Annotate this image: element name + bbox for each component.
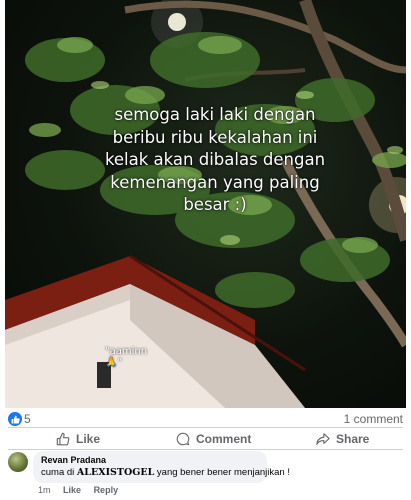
like-button[interactable]: Like <box>56 429 100 449</box>
comment-bubble: Revan Pradana cuma di ALEXISTOGEL yang b… <box>33 451 290 483</box>
comment-count[interactable]: 1 comment <box>344 412 403 426</box>
post-photo[interactable]: semoga laki laki dengan beribu ribu keka… <box>5 0 406 408</box>
share-button-label: Share <box>336 432 370 446</box>
like-button-label: Like <box>76 432 101 446</box>
share-arrow-icon <box>316 433 330 445</box>
like-reaction-icon[interactable] <box>8 412 22 426</box>
comment-bubble-icon <box>176 432 190 446</box>
share-button[interactable]: Share <box>316 429 369 449</box>
comment-author[interactable]: Revan Pradana <box>41 455 259 466</box>
comment-item: Revan Pradana cuma di ALEXISTOGEL yang b… <box>0 449 411 500</box>
comment-meta: 1m Like Reply <box>38 485 128 495</box>
comment-button[interactable]: Comment <box>176 429 251 449</box>
comment-text-before: cuma di <box>41 467 77 478</box>
comment-text-bold: ALEXISTOGEL <box>76 467 155 478</box>
commenter-avatar[interactable] <box>8 452 28 472</box>
comment-text-after: yang bener bener menjanjikan ! <box>154 467 290 478</box>
post-small-caption: "aaminn 🙏" <box>105 346 148 368</box>
post-actions: Like Comment Share <box>0 427 411 449</box>
thumbs-up-icon <box>56 432 70 446</box>
comment-text: cuma di ALEXISTOGEL yang bener bener men… <box>41 466 290 480</box>
comment-time[interactable]: 1m <box>38 485 51 495</box>
reaction-count[interactable]: 5 <box>24 412 31 426</box>
comment-like-link[interactable]: Like <box>63 485 81 495</box>
comment-reply-link[interactable]: Reply <box>94 485 119 495</box>
comment-button-label: Comment <box>196 432 252 446</box>
post-overlay-text: semoga laki laki dengan beribu ribu keka… <box>104 105 326 214</box>
